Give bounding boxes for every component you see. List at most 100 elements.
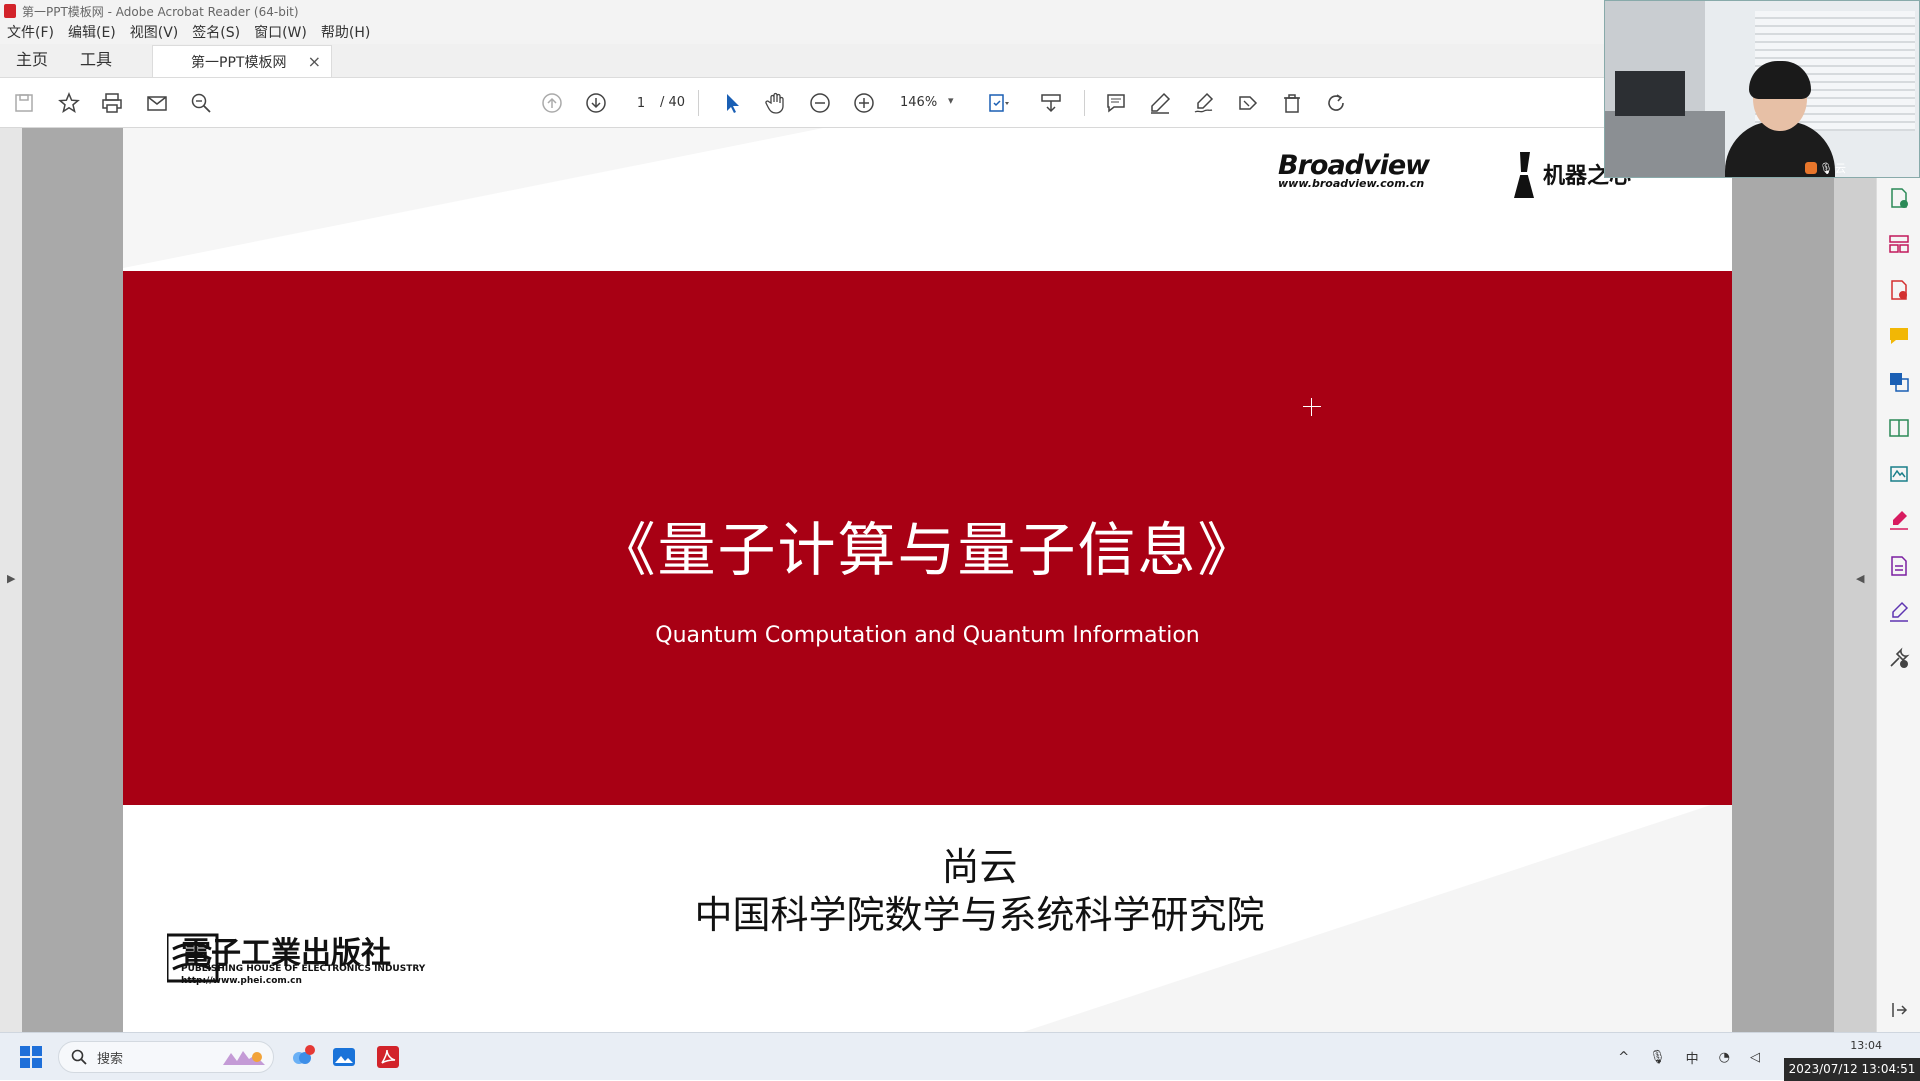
menu-view[interactable]: 视图(V): [123, 22, 186, 44]
previous-page-button[interactable]: [538, 89, 566, 117]
toolbar-divider: [698, 90, 699, 116]
next-page-button[interactable]: [582, 89, 610, 117]
tab-home[interactable]: 主页: [0, 43, 64, 77]
sign-icon[interactable]: [1887, 508, 1911, 532]
page-fit-button[interactable]: [984, 89, 1012, 117]
expand-left-panel-icon[interactable]: ▶: [7, 572, 15, 585]
tab-tools[interactable]: 工具: [64, 43, 128, 77]
page-number-input[interactable]: [624, 92, 658, 114]
collapse-panel-icon[interactable]: [1887, 998, 1911, 1022]
chevron-up-icon[interactable]: ^: [1618, 1050, 1629, 1065]
menu-file[interactable]: 文件(F): [0, 22, 61, 44]
menu-bar: 文件(F) 编辑(E) 视图(V) 签名(S) 窗口(W) 帮助(H): [0, 22, 1604, 44]
search-zoom-icon: [191, 93, 211, 113]
menu-sign[interactable]: 签名(S): [185, 22, 247, 44]
star-icon: [58, 92, 80, 114]
pdf-page: Broadview www.broadview.com.cn 机器之心 《量子计…: [123, 128, 1732, 1032]
zoom-out-button[interactable]: [806, 89, 834, 117]
tab-bar: 主页 工具 第一PPT模板网 ×: [0, 44, 1604, 78]
search-highlight-art-icon: [223, 1051, 265, 1065]
acrobat-icon: [377, 1046, 399, 1068]
more-tools-icon[interactable]: [1887, 646, 1911, 670]
acrobat-app-icon: [4, 4, 16, 18]
comment-tool-icon[interactable]: [1887, 324, 1911, 348]
menu-edit[interactable]: 编辑(E): [61, 22, 123, 44]
slide-title: 《量子计算与量子信息》: [597, 516, 1258, 584]
create-pdf-icon[interactable]: [1887, 186, 1911, 210]
wifi-icon[interactable]: ◔: [1719, 1050, 1730, 1065]
pencil-scribble-icon: [1194, 92, 1214, 113]
phei-logo-english: PUBLISHING HOUSE OF ELECTRONICS INDUSTRY: [181, 964, 426, 974]
ime-indicator[interactable]: 中: [1686, 1048, 1699, 1067]
page-total-label: / 40: [660, 95, 686, 110]
taskbar-photos-app[interactable]: [328, 1041, 360, 1073]
stamp-icon: [1239, 96, 1258, 110]
search-icon: [71, 1049, 87, 1065]
windows-taskbar: 搜索 ^ 🎙 中 ◔ ◁ 13:04 2023/07/12 13:04:51: [0, 1032, 1920, 1081]
find-button[interactable]: [187, 89, 215, 117]
slide-subtitle: Quantum Computation and Quantum Informat…: [655, 623, 1200, 648]
search-label: 搜索: [97, 1051, 124, 1067]
edit-pdf-icon[interactable]: [1887, 416, 1911, 440]
bookmark-button[interactable]: [55, 89, 83, 117]
comment-button[interactable]: [1102, 89, 1130, 117]
organize-pages-icon[interactable]: [1887, 232, 1911, 256]
speaker-caption: 云: [1834, 162, 1846, 175]
microphone-icon[interactable]: 🎙: [1649, 1050, 1666, 1065]
toolbar-divider: [1084, 90, 1085, 116]
comment-icon: [1107, 94, 1125, 113]
menu-window[interactable]: 窗口(W): [247, 22, 314, 44]
broadview-logo: Broadview www.broadview.com.cn: [1278, 150, 1430, 190]
convert-icon[interactable]: [1887, 370, 1911, 394]
taskbar-widgets-app[interactable]: [286, 1041, 318, 1073]
rotate-icon: [1328, 94, 1344, 111]
print-button[interactable]: [98, 89, 126, 117]
save-button[interactable]: [10, 89, 38, 117]
phei-logo-url: http://www.phei.com.cn: [181, 976, 302, 986]
menu-help[interactable]: 帮助(H): [314, 22, 377, 44]
chevron-down-icon[interactable]: ▾: [948, 94, 954, 107]
save-icon: [15, 94, 33, 112]
undo-button[interactable]: [1322, 89, 1350, 117]
webcam-video-overlay[interactable]: 🎙 云: [1604, 0, 1920, 178]
draw-button[interactable]: [1190, 89, 1218, 117]
video-background: [1605, 111, 1725, 177]
email-button[interactable]: [143, 89, 171, 117]
pen-icon: [1151, 92, 1171, 114]
zoom-level-dropdown[interactable]: 146%: [900, 95, 937, 110]
collapse-right-panel-icon[interactable]: ◀: [1856, 572, 1864, 585]
toolbar: / 40 146% ▾: [0, 78, 1604, 128]
delete-button[interactable]: [1278, 89, 1306, 117]
user-icon: [1805, 162, 1817, 174]
stamp-button[interactable]: [1234, 89, 1262, 117]
select-tool-button[interactable]: [718, 89, 746, 117]
taskbar-acrobat-app[interactable]: [372, 1041, 404, 1073]
highlight-button[interactable]: [1146, 89, 1174, 117]
printer-icon: [102, 93, 122, 113]
taskbar-clock[interactable]: 13:04: [1850, 1039, 1882, 1052]
right-tools-panel: [1876, 128, 1920, 1032]
minus-circle-icon: [810, 93, 830, 113]
speaker-badge: 🎙 云: [1805, 161, 1855, 175]
microphone-icon: 🎙: [1819, 161, 1833, 175]
scroll-mode-button[interactable]: [1037, 89, 1065, 117]
weather-widget-icon: [293, 1045, 315, 1064]
hand-icon: [765, 92, 784, 114]
tab-document[interactable]: 第一PPT模板网 ×: [152, 45, 333, 77]
request-signature-icon[interactable]: [1887, 600, 1911, 624]
windows-start-icon[interactable]: [20, 1046, 42, 1068]
export-pdf-icon[interactable]: [1887, 278, 1911, 302]
fit-page-icon: [989, 94, 1009, 112]
hand-tool-button[interactable]: [762, 89, 790, 117]
volume-icon[interactable]: ◁: [1750, 1050, 1760, 1065]
document-tab-label: 第一PPT模板网: [191, 54, 287, 71]
taskbar-search-box[interactable]: 搜索: [58, 1041, 274, 1073]
protect-icon[interactable]: [1887, 554, 1911, 578]
document-margin: [1732, 128, 1834, 1032]
pointer-arrow-icon: [727, 94, 739, 113]
recording-timestamp: 2023/07/12 13:04:51: [1784, 1058, 1920, 1081]
zoom-in-button[interactable]: [850, 89, 878, 117]
video-background: [1615, 71, 1685, 116]
fill-sign-icon[interactable]: [1887, 462, 1911, 486]
close-tab-icon[interactable]: ×: [308, 52, 321, 71]
